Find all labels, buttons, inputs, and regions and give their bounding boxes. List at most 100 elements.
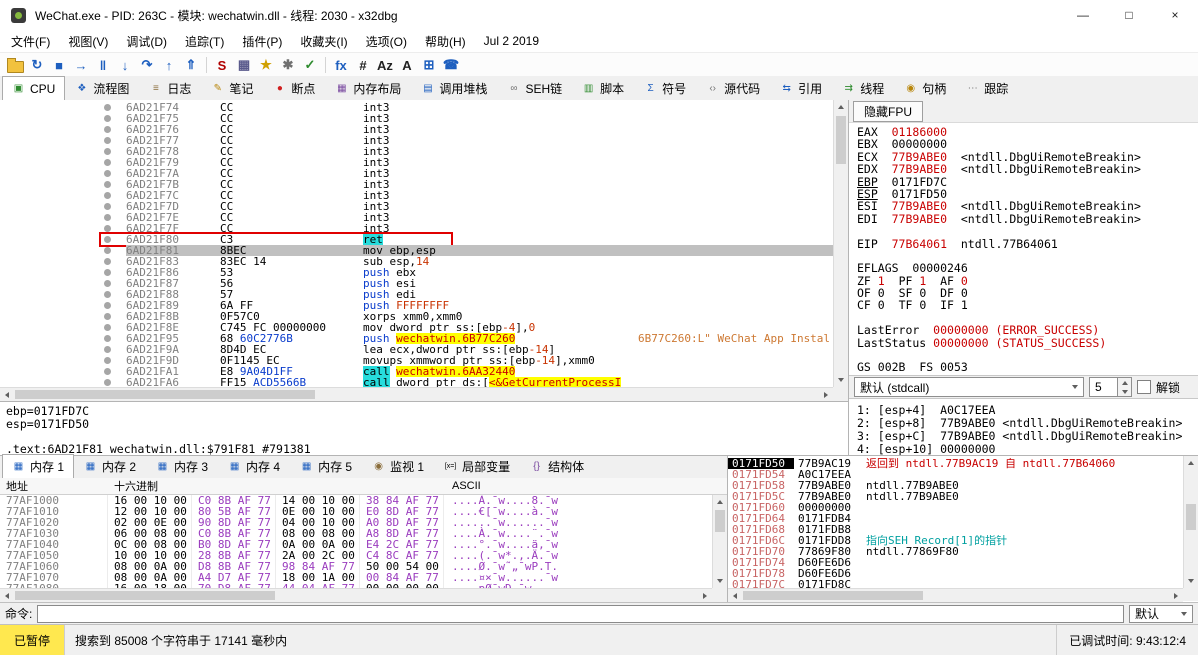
scrollbar-thumb[interactable]: [15, 390, 315, 399]
breakpoint-dot[interactable]: [104, 346, 111, 353]
spinner-buttons[interactable]: [1117, 378, 1131, 396]
disasm-row[interactable]: 6AD21F9D0F1145 ECmovups xmmword ptr ss:[…: [0, 355, 833, 366]
scroll-up-icon[interactable]: [713, 495, 727, 509]
memory-row[interactable]: 77AF100016 00 10 00C0 8B AF 7714 00 10 0…: [0, 495, 712, 506]
breakpoint-dot[interactable]: [104, 247, 111, 254]
scroll-right-icon[interactable]: [698, 589, 712, 602]
command-script-select[interactable]: 默认: [1129, 605, 1193, 623]
register-line[interactable]: LastStatus 00000000 (STATUS_SUCCESS): [857, 337, 1198, 349]
scrollbar-thumb[interactable]: [743, 591, 923, 600]
scroll-right-icon[interactable]: [819, 388, 833, 401]
disasm-row[interactable]: 6AD21F7BCCint3: [0, 179, 833, 190]
breakpoint-dot[interactable]: [104, 225, 111, 232]
settings-icon[interactable]: ✱: [277, 55, 299, 75]
unlock-checkbox[interactable]: [1137, 380, 1151, 394]
minimize-button[interactable]: —: [1060, 0, 1106, 30]
stack-row[interactable]: 0171FD6000000000: [728, 502, 1183, 513]
run-to-return-icon[interactable]: ⇑: [180, 55, 202, 75]
memory-row[interactable]: 77AF10400C 00 08 00B0 8D AF 770A 00 0A 0…: [0, 539, 712, 550]
attach-window-icon[interactable]: ⊞: [418, 55, 440, 75]
breakpoint-dot[interactable]: [104, 269, 111, 276]
tab-dump-5[interactable]: ▦内存 5: [290, 455, 362, 478]
calculator-fx-icon[interactable]: fx: [330, 55, 352, 75]
maximize-button[interactable]: □: [1106, 0, 1152, 30]
breakpoint-dot[interactable]: [104, 148, 111, 155]
run-icon[interactable]: →: [70, 55, 92, 75]
hide-fpu-button[interactable]: 隐藏FPU: [853, 101, 923, 122]
breakpoint-dot[interactable]: [104, 236, 111, 243]
menu-item[interactable]: 调试(D): [117, 30, 176, 53]
tab-memory-map[interactable]: ▦内存布局: [325, 77, 411, 100]
memory-vertical-scrollbar[interactable]: [712, 495, 728, 588]
menu-item[interactable]: 视图(V): [59, 30, 117, 53]
breakpoint-dot[interactable]: [104, 302, 111, 309]
scylla-icon[interactable]: S: [211, 55, 233, 75]
scrollbar-thumb[interactable]: [836, 116, 846, 164]
tab-cpu[interactable]: ▣CPU: [2, 76, 65, 101]
column-header-ascii[interactable]: ASCII: [444, 480, 727, 492]
disasm-vertical-scrollbar[interactable]: [833, 100, 849, 387]
tab-dump-1[interactable]: ▦内存 1: [2, 454, 74, 479]
disasm-row[interactable]: 6AD21F896A FFpush FFFFFFFF: [0, 300, 833, 311]
stack-row[interactable]: 0171FD5077B9AC19返回到 ntdll.77B9AC19 自 ntd…: [728, 458, 1183, 469]
tab-call-stack[interactable]: ▤调用堆栈: [411, 77, 497, 100]
tab-dump-3[interactable]: ▦内存 3: [146, 455, 218, 478]
disasm-row[interactable]: 6AD21F79CCint3: [0, 157, 833, 168]
breakpoint-dot[interactable]: [104, 181, 111, 188]
scroll-down-icon[interactable]: [1184, 574, 1198, 588]
tab-handles[interactable]: ◉句柄: [894, 77, 956, 100]
step-over-icon[interactable]: ↷: [136, 55, 158, 75]
scrollbar-thumb[interactable]: [1186, 504, 1196, 530]
memory-row[interactable]: 77AF103006 00 08 00C0 8B AF 7708 00 08 0…: [0, 528, 712, 539]
disasm-row[interactable]: 6AD21F7FCCint3: [0, 223, 833, 234]
disasm-row[interactable]: 6AD21F818BECmov ebp,esp: [0, 245, 833, 256]
disasm-row[interactable]: 6AD21F8857push edi: [0, 289, 833, 300]
argument-count-spinner[interactable]: 5: [1089, 377, 1132, 397]
patches-icon[interactable]: ▦: [233, 55, 255, 75]
register-list[interactable]: EAX 01186000EBX 00000000ECX 77B9ABE0 <nt…: [849, 122, 1198, 379]
scroll-left-icon[interactable]: [728, 589, 742, 602]
stop-icon[interactable]: ■: [48, 55, 70, 75]
calling-convention-select[interactable]: 默认 (stdcall): [854, 377, 1084, 397]
disasm-row[interactable]: 6AD21F74CCint3: [0, 102, 833, 113]
disasm-row[interactable]: 6AD21F7DCCint3: [0, 201, 833, 212]
register-line[interactable]: GS 002B FS 0053: [857, 361, 1198, 373]
stack-row[interactable]: 0171FD680171FDB8: [728, 524, 1183, 535]
favourites-icon[interactable]: ★: [255, 55, 277, 75]
register-line[interactable]: EDI 77B9ABE0 <ntdll.DbgUiRemoteBreakin>: [857, 213, 1198, 225]
stack-vertical-scrollbar[interactable]: [1183, 456, 1198, 588]
tab-dump-2[interactable]: ▦内存 2: [74, 455, 146, 478]
step-out-icon[interactable]: ↑: [158, 55, 180, 75]
open-folder-icon[interactable]: [4, 55, 26, 75]
menu-item[interactable]: Jul 2 2019: [475, 31, 548, 51]
scroll-left-icon[interactable]: [0, 388, 14, 401]
hash-icon[interactable]: #: [352, 55, 374, 75]
breakpoint-dot[interactable]: [104, 192, 111, 199]
find-strings-icon[interactable]: A: [396, 55, 418, 75]
tab-notes[interactable]: ✎笔记: [201, 77, 263, 100]
tab-watch-1[interactable]: ◉监视 1: [362, 455, 434, 478]
memory-row[interactable]: 77AF105010 00 10 0028 8B AF 772A 00 2C 0…: [0, 550, 712, 561]
menu-item[interactable]: 文件(F): [2, 30, 59, 53]
stack-row[interactable]: 0171FD74D60FE6D6: [728, 557, 1183, 568]
menu-item[interactable]: 追踪(T): [176, 30, 233, 53]
disasm-row[interactable]: 6AD21F77CCint3: [0, 135, 833, 146]
breakpoint-dot[interactable]: [104, 324, 111, 331]
command-input[interactable]: [37, 605, 1124, 623]
breakpoint-dot[interactable]: [104, 115, 111, 122]
memory-row[interactable]: 77AF107008 00 0A 00A4 D7 AF 7718 00 1A 0…: [0, 572, 712, 583]
breakpoint-dot[interactable]: [104, 104, 111, 111]
scroll-up-icon[interactable]: [1184, 456, 1198, 470]
scrollbar-thumb[interactable]: [15, 591, 275, 600]
tab-references[interactable]: ⇆引用: [770, 77, 832, 100]
stack-row[interactable]: 0171FD54A0C17EEA: [728, 469, 1183, 480]
memory-row[interactable]: 77AF101012 00 10 0080 5B AF 770E 00 10 0…: [0, 506, 712, 517]
disasm-row-highlighted[interactable]: 6AD21F80C3ret: [0, 234, 833, 245]
memory-row[interactable]: 77AF106008 00 0A 00D8 8B AF 7798 84 AF 7…: [0, 561, 712, 572]
stack-row[interactable]: 0171FD6C0171FDD8指向SEH_Record[1]的指针: [728, 535, 1183, 546]
breakpoint-dot[interactable]: [104, 357, 111, 364]
memory-dump-rows[interactable]: 77AF100016 00 10 00C0 8B AF 7714 00 10 0…: [0, 495, 712, 589]
scrollbar-thumb[interactable]: [715, 510, 725, 532]
tab-threads[interactable]: ⇉线程: [832, 77, 894, 100]
menu-item[interactable]: 帮助(H): [416, 30, 475, 53]
